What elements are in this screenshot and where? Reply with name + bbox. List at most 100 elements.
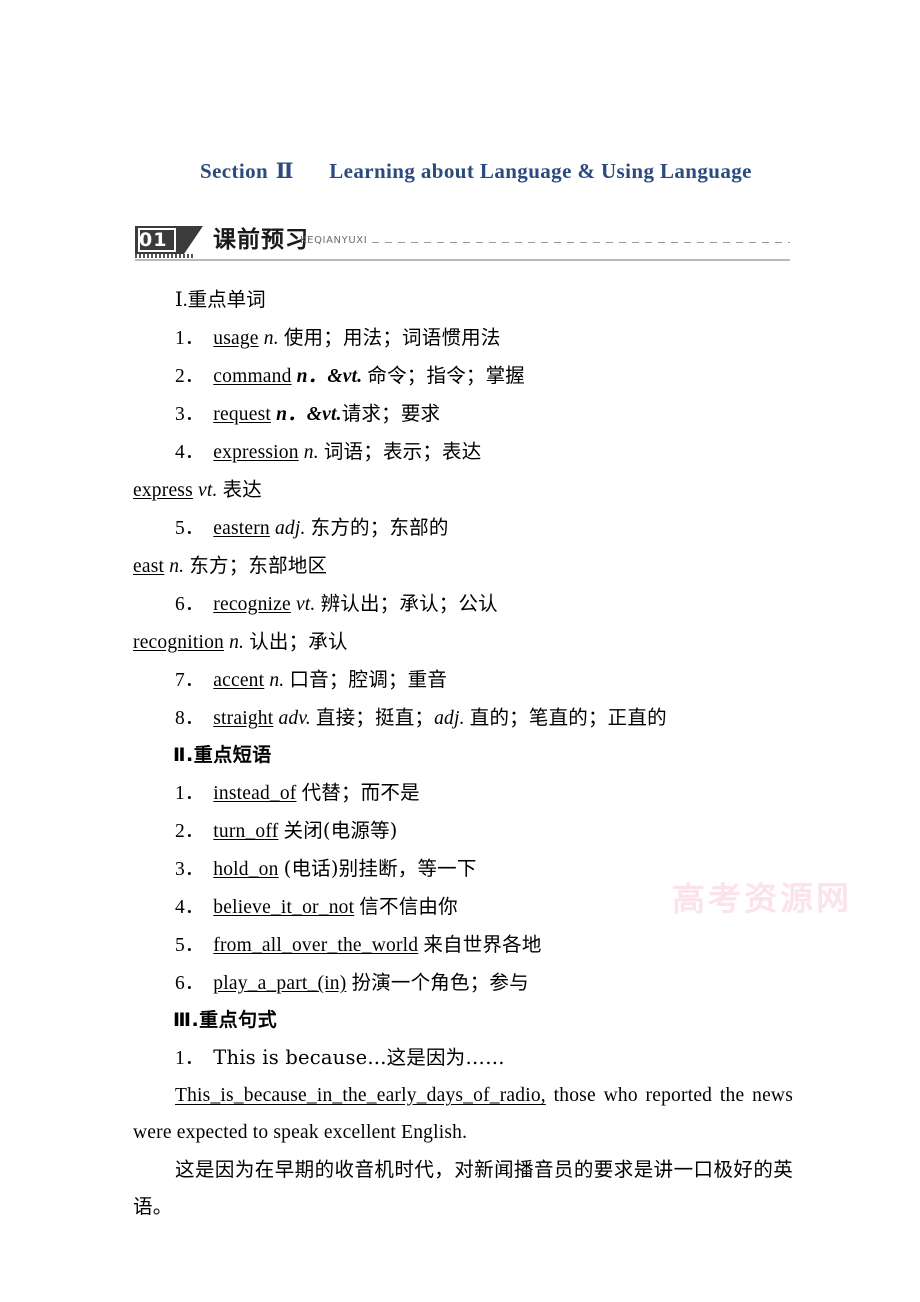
vocab-pos: n. [229, 632, 245, 653]
phrase-text: hold_on [213, 859, 279, 880]
vocab-pos: adv. [278, 708, 311, 729]
item-number: 1． [175, 1048, 205, 1069]
phrase-text: from_all_over_the_world [213, 935, 419, 956]
vocab-definition: 东方；东部地区 [189, 554, 328, 577]
document-page: 高考资源网 Section Ⅱ Learning about Language … [0, 0, 920, 1302]
vocab-item: 2． command n．&vt. 命令；指令；掌握 [133, 357, 793, 395]
item-number: 6． [175, 594, 205, 615]
item-number: 6． [175, 973, 205, 994]
phrase-definition: 关闭(电源等) [283, 819, 398, 842]
vocab-item-derived: recognition n. 认出；承认 [133, 623, 793, 661]
example-sentence-blank: This_is_because_in_the_early_days_of_rad… [175, 1085, 546, 1106]
vocab-definition: 请求；要求 [341, 402, 441, 425]
banner-number: 01 [139, 229, 168, 251]
banner-dashed-rule [372, 242, 790, 243]
vocab-word: command [213, 366, 292, 387]
banner-number-badge: 01 [135, 226, 203, 254]
phrase-item: 2． turn_off 关闭(电源等) [133, 812, 793, 850]
phrase-item: 4． believe_it_or_not 信不信由你 [133, 888, 793, 926]
item-number: 2． [175, 366, 205, 387]
item-number: 2． [175, 821, 205, 842]
vocab-definition: 词语；表示；表达 [323, 440, 482, 463]
item-number: 4． [175, 897, 205, 918]
page-title: Section Ⅱ Learning about Language & Usin… [200, 158, 752, 184]
item-number: 5． [175, 935, 205, 956]
vocab-pos: n. [263, 328, 279, 349]
banner-dot-strip-icon [135, 254, 195, 258]
vocab-definition: 表达 [222, 478, 263, 501]
example-translation-text: 这是因为在早期的收音机时代，对新闻播音员的要求是讲一口极好的英语。 [133, 1158, 793, 1218]
phrase-definition: 代替；而不是 [301, 781, 420, 804]
vocab-definition-secondary: 直的；笔直的；正直的 [469, 706, 667, 729]
vocab-word: eastern [213, 518, 270, 539]
section-label: Section [200, 159, 269, 183]
item-number: 1． [175, 328, 205, 349]
item-number: 3． [175, 404, 205, 425]
phrase-definition: (电话)别挂断，等一下 [283, 857, 477, 880]
vocab-pos: n. [303, 442, 319, 463]
phrase-text: turn_off [213, 821, 279, 842]
item-number: 8． [175, 708, 205, 729]
phrase-text: play_a_part_(in) [213, 973, 347, 994]
heading-part-3: Ⅲ.重点句式 [173, 1009, 278, 1031]
vocab-word: usage [213, 328, 259, 349]
vocab-pos: n．&vt. [276, 404, 342, 425]
vocab-definition: 东方的；东部的 [310, 516, 449, 539]
vocab-pos: vt. [197, 480, 218, 501]
vocab-item-derived: express vt. 表达 [133, 471, 793, 509]
document-body: Ⅰ.重点单词 1． usage n. 使用；用法；词语惯用法 2． command … [133, 282, 793, 1225]
phrase-definition: 信不信由你 [359, 895, 458, 918]
example-sentence: This_is_because_in_the_early_days_of_rad… [133, 1077, 793, 1151]
example-translation: 这是因为在早期的收音机时代，对新闻播音员的要求是讲一口极好的英语。 [133, 1151, 793, 1225]
banner-pinyin: KEQIANYUXI [300, 235, 368, 246]
vocab-item: 6． recognize vt. 辨认出；承认；公认 [133, 585, 793, 623]
vocab-item: 8． straight adv. 直接；挺直；adj. 直的；笔直的；正直的 [133, 699, 793, 737]
vocab-item: 1． usage n. 使用；用法；词语惯用法 [133, 319, 793, 357]
vocab-pos: n. [169, 556, 185, 577]
phrase-definition: 来自世界各地 [423, 933, 542, 956]
vocab-definition: 口音；腔调；重音 [289, 668, 448, 691]
vocab-item: 4． expression n. 词语；表示；表达 [133, 433, 793, 471]
heading-part-2: Ⅱ.重点短语 [173, 744, 272, 766]
vocab-pos-secondary: adj. [434, 708, 465, 729]
vocab-word: east [133, 556, 165, 577]
vocab-definition: 直接；挺直； [315, 706, 435, 729]
heading-part-1: Ⅰ.重点单词 [175, 290, 266, 311]
vocab-word: accent [213, 670, 265, 691]
vocab-pos: n. [269, 670, 285, 691]
phrase-text: instead_of [213, 783, 297, 804]
vocab-definition: 辨认出；承认；公认 [320, 592, 498, 615]
vocab-item: 5． eastern adj. 东方的；东部的 [133, 509, 793, 547]
item-number: 1． [175, 783, 205, 804]
vocab-pos: n．&vt. [296, 366, 363, 387]
banner-solid-rule [135, 259, 790, 261]
vocab-definition: 使用；用法；词语惯用法 [283, 326, 501, 349]
vocab-pos: adj. [274, 518, 306, 539]
phrase-text: believe_it_or_not [213, 897, 355, 918]
vocab-word: straight [213, 708, 274, 729]
vocab-item: 3． request n．&vt.请求；要求 [133, 395, 793, 433]
section-banner: 01 课前预习 KEQIANYUXI [135, 226, 790, 266]
item-number: 3． [175, 859, 205, 880]
vocab-word: recognize [213, 594, 291, 615]
item-number: 5． [175, 518, 205, 539]
item-number: 4． [175, 442, 205, 463]
section-subtitle: Learning about Language & Using Language [329, 159, 752, 183]
phrase-item: 3． hold_on (电话)别挂断，等一下 [133, 850, 793, 888]
vocab-definition: 命令；指令；掌握 [367, 364, 525, 387]
vocab-word: recognition [133, 632, 225, 653]
vocab-item: 7． accent n. 口音；腔调；重音 [133, 661, 793, 699]
phrase-item: 5． from_all_over_the_world 来自世界各地 [133, 926, 793, 964]
vocab-word: request [213, 404, 271, 425]
item-number: 7． [175, 670, 205, 691]
vocab-definition: 认出；承认 [249, 630, 348, 653]
phrase-item: 6． play_a_part_(in) 扮演一个角色；参与 [133, 964, 793, 1002]
vocab-word: expression [213, 442, 299, 463]
sentence-pattern-item: 1． This is because...这是因为…… [133, 1039, 793, 1077]
vocab-pos: vt. [295, 594, 316, 615]
phrase-item: 1． instead_of 代替；而不是 [133, 774, 793, 812]
phrase-definition: 扮演一个角色；参与 [351, 971, 529, 994]
sentence-pattern: This is because...这是因为…… [213, 1046, 505, 1069]
section-numeral: Ⅱ [275, 159, 294, 183]
vocab-word: express [133, 480, 193, 501]
